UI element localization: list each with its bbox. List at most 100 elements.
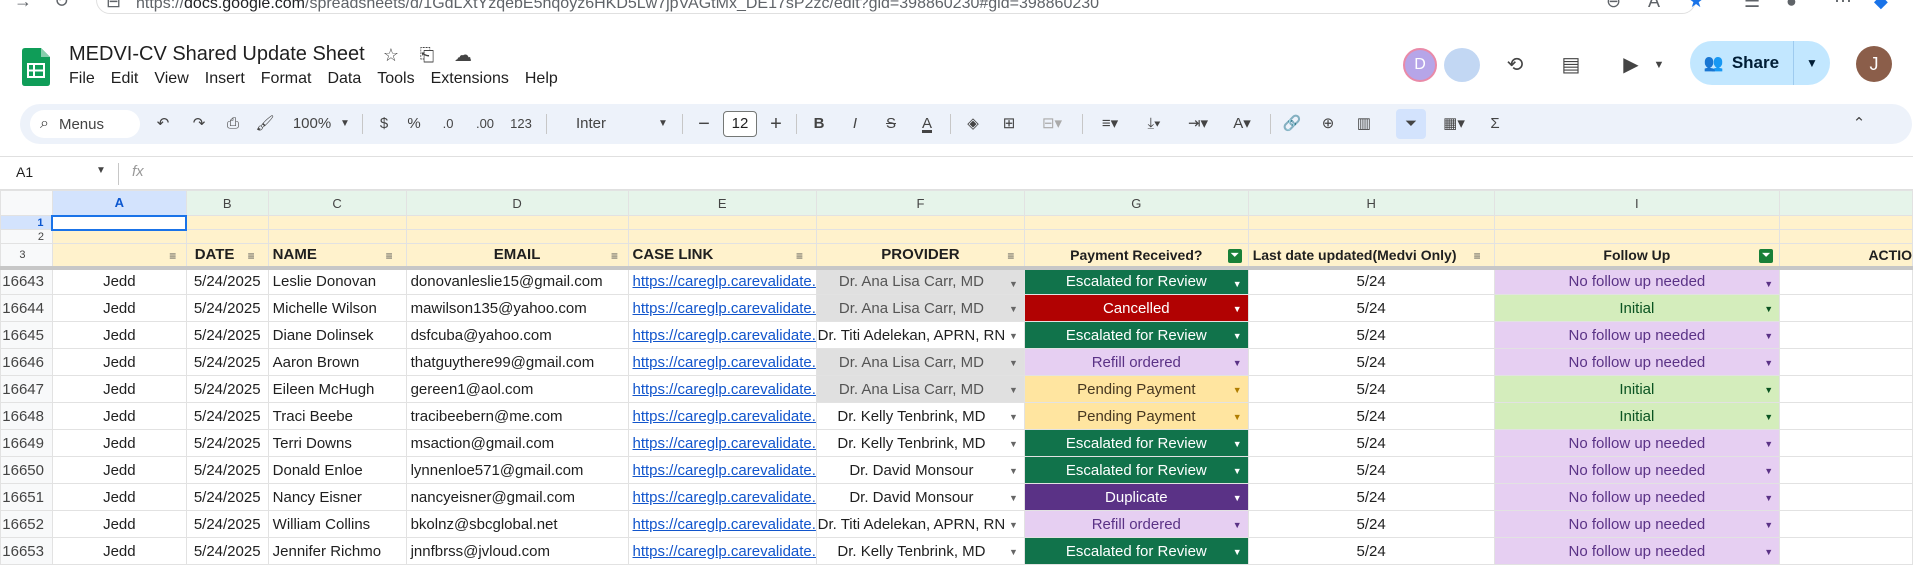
insert-link-icon[interactable]: 🔗 [1278, 104, 1306, 144]
column-header-h[interactable]: H [1247, 190, 1495, 216]
cell[interactable] [815, 229, 1025, 244]
header-cell-name[interactable]: NAME ≡ [267, 243, 407, 270]
cell[interactable] [185, 229, 269, 244]
cell-email[interactable]: bkolnz@sbcglobal.net [405, 510, 629, 538]
cell-last-updated[interactable]: 5/24 [1247, 348, 1495, 376]
menu-edit[interactable]: Edit [111, 70, 147, 92]
chevron-down-icon[interactable]: ▼ [1009, 358, 1018, 368]
cell-email[interactable]: tracibeebern@me.com [405, 402, 629, 430]
cell[interactable] [1779, 215, 1913, 230]
cell-follow-up[interactable]: No follow up needed ▼ [1493, 483, 1781, 511]
font-size-decrease-icon[interactable]: − [694, 104, 714, 144]
cell-provider-dropdown[interactable]: Dr. Kelly Tenbrink, MD ▼ [815, 537, 1025, 565]
user-avatar[interactable]: J [1856, 46, 1892, 82]
filter-active-icon[interactable]: ⏷ [1227, 249, 1242, 263]
column-header-c[interactable]: C [267, 190, 407, 216]
font-size-input[interactable]: 12 [723, 111, 757, 137]
column-header-f[interactable]: F [815, 190, 1025, 216]
cell-assignee[interactable]: Jedd [51, 429, 187, 457]
header-cell-last-updated[interactable]: Last date updated(Medvi Only) ≡ [1247, 243, 1495, 270]
text-wrapping-icon[interactable]: ⇥▾ [1178, 104, 1218, 144]
cell[interactable] [405, 229, 629, 244]
chevron-down-icon[interactable]: ▼ [1233, 493, 1242, 503]
filter-active-icon[interactable]: ⏷ [1759, 249, 1774, 263]
chevron-down-icon[interactable]: ▼ [1009, 279, 1018, 289]
cell-last-updated[interactable]: 5/24 [1247, 456, 1495, 484]
cell-payment-status[interactable]: Escalated for Review ▼ [1023, 429, 1249, 457]
paint-format-icon[interactable]: 🖌 [252, 104, 278, 144]
cell-date[interactable]: 5/24/2025 [185, 402, 269, 430]
chevron-down-icon[interactable]: ▼ [1764, 547, 1773, 557]
cell-payment-status[interactable]: Refill ordered ▼ [1023, 510, 1249, 538]
star-icon[interactable]: ☆ [380, 45, 402, 67]
cell-follow-up[interactable]: Initial ▼ [1493, 294, 1781, 322]
spreadsheet-grid[interactable]: A B C D E F G H I 1 2 3 ≡ DATE ≡ NAME ≡ EM… [0, 190, 1913, 567]
undo-icon[interactable]: ↶ [150, 104, 176, 144]
cell[interactable] [1023, 215, 1249, 230]
cell-date[interactable]: 5/24/2025 [185, 510, 269, 538]
cell-follow-up[interactable]: No follow up needed ▼ [1493, 429, 1781, 457]
chevron-down-icon[interactable]: ▼ [1233, 279, 1242, 289]
cell-assignee[interactable]: Jedd [51, 348, 187, 376]
chevron-down-icon[interactable]: ▼ [1009, 304, 1018, 314]
cell-action[interactable] [1779, 510, 1913, 538]
column-header-i[interactable]: I [1493, 190, 1781, 216]
cell-payment-status[interactable]: Pending Payment ▼ [1023, 402, 1249, 430]
filter-icon[interactable]: ⏷ [1398, 104, 1424, 144]
collapse-toolbar-icon[interactable]: ⌃ [1846, 104, 1872, 144]
redo-icon[interactable]: ↷ [186, 104, 212, 144]
cell-email[interactable]: gereen1@aol.com [405, 375, 629, 403]
cell-email[interactable]: msaction@gmail.com [405, 429, 629, 457]
filter-icon[interactable]: ≡ [248, 249, 262, 263]
cell-case-link[interactable]: https://careglp.carevalidate. [627, 402, 817, 430]
cell-name[interactable]: Nancy Eisner [267, 483, 407, 511]
row-number[interactable]: 16651 [0, 483, 53, 511]
row-number[interactable]: 16645 [0, 321, 53, 349]
filter-icon[interactable]: ≡ [1474, 249, 1488, 263]
sheets-logo-icon[interactable] [22, 48, 50, 86]
cell-action[interactable] [1779, 294, 1913, 322]
cell-assignee[interactable]: Jedd [51, 294, 187, 322]
cell-last-updated[interactable]: 5/24 [1247, 510, 1495, 538]
filter-views-icon[interactable]: ▦▾ [1434, 104, 1474, 144]
cell-follow-up[interactable]: No follow up needed ▼ [1493, 456, 1781, 484]
cell-action[interactable] [1779, 537, 1913, 565]
cell-assignee[interactable]: Jedd [51, 510, 187, 538]
cell-payment-status[interactable]: Escalated for Review ▼ [1023, 537, 1249, 565]
favorites-icon[interactable]: ☰ [1744, 0, 1760, 12]
cell-name[interactable]: Traci Beebe [267, 402, 407, 430]
cell-name[interactable]: Leslie Donovan [267, 267, 407, 295]
menus-search[interactable]: ⌕ Menus [30, 110, 140, 138]
header-cell-provider[interactable]: PROVIDER ≡ [815, 243, 1025, 270]
cell-email[interactable]: donovanleslie15@gmail.com [405, 267, 629, 295]
cell-provider-dropdown[interactable]: Dr. Ana Lisa Carr, MD ▼ [815, 294, 1025, 322]
header-cell-follow-up[interactable]: Follow Up ⏷ [1493, 243, 1781, 270]
chevron-down-icon[interactable]: ▼ [1233, 304, 1242, 314]
merge-cells-icon[interactable]: ⊟▾ [1032, 104, 1072, 144]
filter-icon[interactable]: ≡ [796, 249, 810, 263]
header-cell-payment[interactable]: Payment Received? ⏷ [1023, 243, 1249, 270]
column-header-d[interactable]: D [405, 190, 629, 216]
cell[interactable] [267, 215, 407, 230]
menu-insert[interactable]: Insert [205, 70, 253, 92]
cell-date[interactable]: 5/24/2025 [185, 348, 269, 376]
increase-decimal[interactable]: .00 [470, 104, 500, 144]
cell-payment-status[interactable]: Escalated for Review ▼ [1023, 456, 1249, 484]
header-cell-case-link[interactable]: CASE LINK ≡ [627, 243, 817, 270]
cell-email[interactable]: mawilson135@yahoo.com [405, 294, 629, 322]
fill-color-icon[interactable]: ◈ [960, 104, 986, 144]
collaborator-avatar[interactable]: D [1403, 48, 1437, 82]
cell-action[interactable] [1779, 375, 1913, 403]
cell-action[interactable] [1779, 429, 1913, 457]
cell-assignee[interactable]: Jedd [51, 267, 187, 295]
chevron-down-icon[interactable]: ▼ [1764, 385, 1773, 395]
cell-follow-up[interactable]: No follow up needed ▼ [1493, 348, 1781, 376]
percent-format[interactable]: % [404, 104, 424, 144]
cell-case-link[interactable]: https://careglp.carevalidate. [627, 537, 817, 565]
cell[interactable] [627, 229, 817, 244]
forward-icon[interactable]: → [14, 0, 32, 12]
cell-case-link[interactable]: https://careglp.carevalidate. [627, 483, 817, 511]
cell-case-link[interactable]: https://careglp.carevalidate. [627, 348, 817, 376]
cell-last-updated[interactable]: 5/24 [1247, 429, 1495, 457]
cell-email[interactable]: thatguythere99@gmail.com [405, 348, 629, 376]
